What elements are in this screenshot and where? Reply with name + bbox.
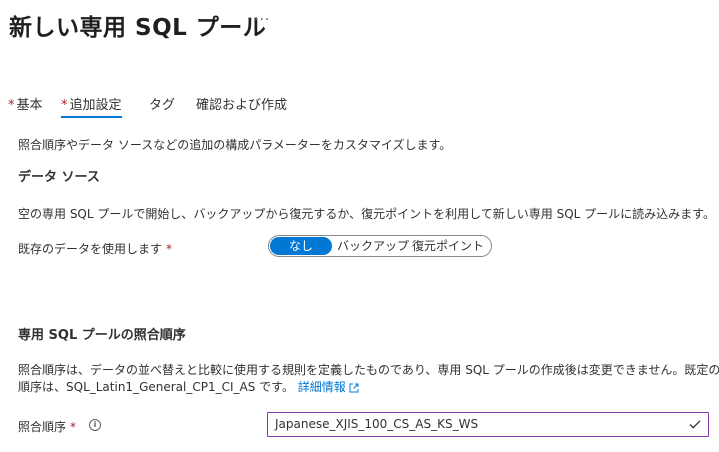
tab-review-create[interactable]: 確認および作成 <box>196 94 287 118</box>
datasource-description: 空の専用 SQL プールで開始し、バックアップから復元するか、復元ポイントを利用… <box>18 207 715 221</box>
collation-description-text: 順序は、SQL_Latin1_General_CP1_CI_AS です。 <box>18 380 294 394</box>
field-label-text: 照合順序 <box>18 420 67 434</box>
option-backup[interactable]: バックアップ <box>337 237 409 255</box>
tab-label: 追加設定 <box>69 98 122 113</box>
tab-label: 基本 <box>16 98 43 113</box>
collation-heading: 専用 SQL プールの照合順序 <box>18 328 186 343</box>
datasource-heading: データ ソース <box>18 170 100 185</box>
use-existing-data-label: 既存のデータを使用します * <box>18 240 172 257</box>
collation-field-label: 照合順序 * <box>18 418 76 435</box>
learn-more-link[interactable]: 詳細情報 <box>298 380 359 394</box>
learn-more-label: 詳細情報 <box>297 380 346 394</box>
collation-input[interactable]: Japanese_XJIS_100_CS_AS_KS_WS <box>267 412 709 437</box>
tab-label: タグ <box>149 98 176 113</box>
option-restore-point[interactable]: 復元ポイント <box>411 237 485 255</box>
option-none[interactable]: なし <box>270 237 332 255</box>
required-marker: * <box>61 98 68 113</box>
intro-text: 照合順序やデータ ソースなどの追加の構成パラメーターをカスタマイズします。 <box>18 138 452 152</box>
required-marker: * <box>8 98 15 113</box>
tab-tags[interactable]: タグ <box>149 94 175 118</box>
checkmark-icon <box>689 420 701 429</box>
external-link-icon <box>349 383 359 392</box>
collation-description-line1: 照合順序は、データの並べ替えと比較に使用する規則を定義したものであり、専用 SQ… <box>18 363 719 377</box>
more-options-button[interactable]: ··· <box>254 12 270 28</box>
collation-description-line2: 順序は、SQL_Latin1_General_CP1_CI_AS です。 詳細情… <box>18 378 359 395</box>
field-label-text: 既存のデータを使用します <box>18 242 163 256</box>
existing-data-toggle: なし バックアップ 復元ポイント <box>268 235 492 257</box>
tab-basics[interactable]: * 基本 <box>8 94 43 118</box>
page-title: 新しい専用 SQL プール <box>9 15 267 41</box>
tab-additional-settings[interactable]: * 追加設定 <box>61 94 122 118</box>
required-marker: * <box>70 420 77 434</box>
required-marker: * <box>166 242 173 256</box>
tab-label: 確認および作成 <box>196 98 288 113</box>
info-icon[interactable]: i <box>89 419 101 431</box>
collation-value: Japanese_XJIS_100_CS_AS_KS_WS <box>275 417 479 431</box>
